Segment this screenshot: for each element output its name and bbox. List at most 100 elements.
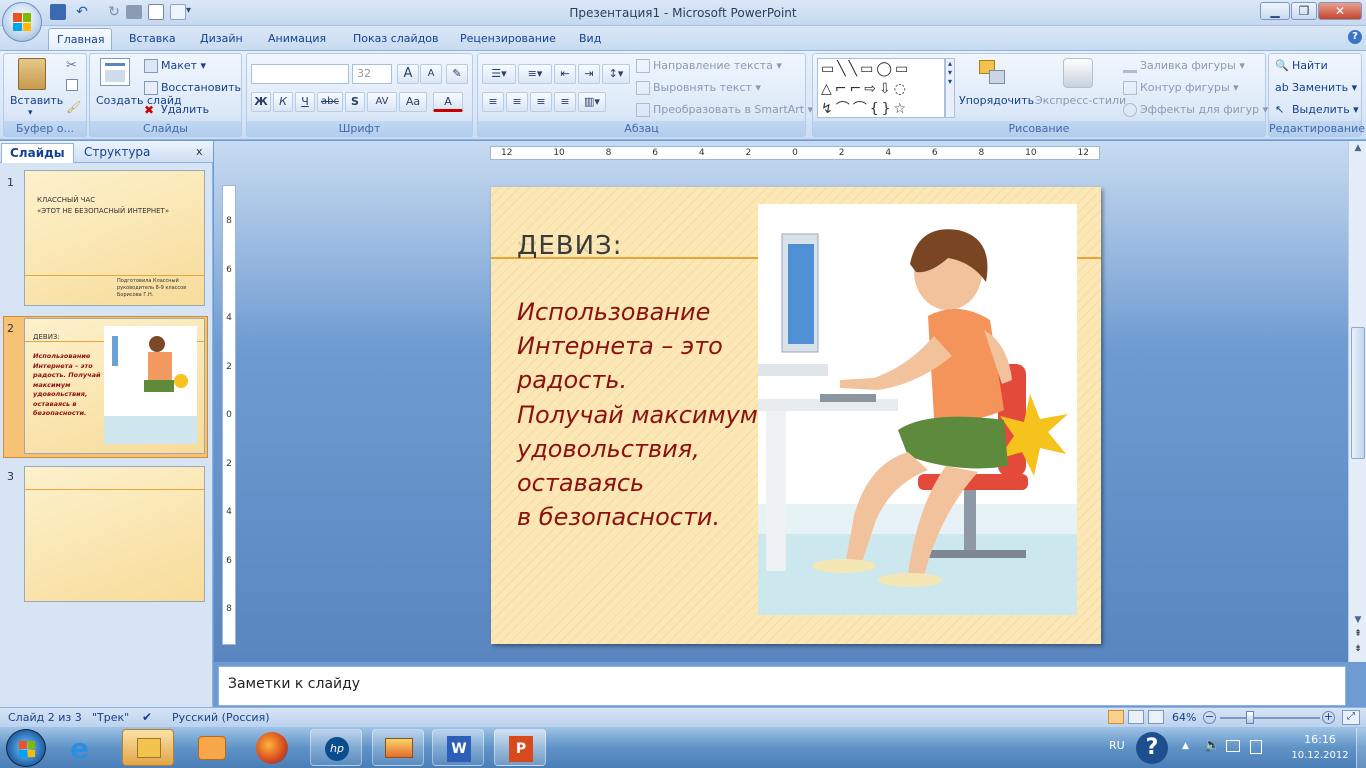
align-right-icon[interactable]: ≡ — [530, 92, 552, 112]
font-size-combo[interactable]: 32 — [352, 64, 392, 84]
tab-slides[interactable]: Слайды — [1, 143, 74, 163]
tab-outline[interactable]: Структура — [76, 143, 158, 163]
font-color-button[interactable]: A — [433, 92, 463, 112]
language[interactable]: Русский (Россия) — [172, 711, 270, 724]
zoom-in-icon[interactable]: + — [1322, 711, 1335, 724]
next-slide-icon[interactable]: ⇟ — [1351, 644, 1365, 658]
slideshow-view-icon[interactable] — [1148, 710, 1164, 724]
tab-slideshow[interactable]: Показ слайдов — [345, 28, 447, 50]
tab-review[interactable]: Рецензирование — [452, 28, 564, 50]
help-center-icon[interactable]: ? — [1136, 732, 1168, 764]
slide-body-para-1[interactable]: Использование Интернета – это радость. — [517, 295, 723, 397]
paste-dropdown-icon[interactable]: ▾ — [28, 108, 33, 118]
shape-effects-button[interactable]: Эффекты для фигур ▾ — [1123, 103, 1268, 117]
slide-thumb-1[interactable]: КЛАССНЫЙ ЧАС «ЭТОТ НЕ БЕЗОПАСНЫЙ ИНТЕРНЕ… — [24, 170, 205, 306]
help-icon[interactable]: ? — [1348, 30, 1362, 44]
minimize-button[interactable]: ▁ — [1260, 2, 1290, 20]
clock-time[interactable]: 16:16 — [1298, 733, 1342, 746]
shrink-font-button[interactable]: A — [420, 64, 442, 84]
font-name-combo[interactable] — [251, 64, 349, 84]
internet-explorer-icon[interactable]: e — [70, 732, 89, 765]
scroll-thumb[interactable] — [1351, 327, 1365, 459]
arrange-button[interactable]: Упорядочить — [959, 94, 1034, 107]
format-painter-icon[interactable]: 🖌 — [66, 100, 81, 114]
justify-icon[interactable]: ≡ — [554, 92, 576, 112]
zoom-level[interactable]: 64% — [1172, 711, 1196, 724]
line-spacing-icon[interactable]: ↕▾ — [602, 64, 630, 84]
increase-indent-icon[interactable]: ⇥ — [578, 64, 600, 84]
slide-sorter-icon[interactable] — [1128, 710, 1144, 724]
tray-expand-icon[interactable]: ▲ — [1182, 741, 1189, 751]
tab-insert[interactable]: Вставка — [121, 28, 184, 50]
clear-format-icon[interactable]: ✎ — [446, 64, 468, 84]
slide-body-para-2[interactable]: Получай максимум удовольствия, оставаясь… — [517, 398, 758, 534]
zoom-slider-thumb[interactable] — [1246, 711, 1254, 724]
network-icon[interactable] — [1226, 740, 1240, 752]
paste-button[interactable]: Вставить — [10, 94, 63, 107]
delete-slide-button[interactable]: ✖ Удалить — [144, 103, 209, 117]
firefox-icon[interactable] — [256, 732, 288, 764]
shapes-gallery[interactable]: ▭╲╲▭◯▭ △⌐⌐⇨⇩◌ ↯⌒⌒{}☆ — [817, 58, 945, 118]
select-button[interactable]: ↖ Выделить ▾ — [1275, 103, 1359, 117]
start-button[interactable] — [6, 729, 46, 767]
shape-fill-button[interactable]: Заливка фигуры ▾ — [1123, 59, 1245, 73]
clock-date[interactable]: 10.12.2012 — [1286, 750, 1354, 761]
change-case-button[interactable]: Aa — [399, 92, 427, 112]
char-spacing-button[interactable]: AV — [367, 92, 397, 112]
shapes-scroll[interactable]: ▴ ▾ ▾ — [945, 58, 955, 118]
numbering-icon[interactable]: ≡▾ — [518, 64, 552, 84]
cut-icon[interactable]: ✂ — [66, 58, 77, 73]
restore-button[interactable]: ❐ — [1291, 2, 1317, 20]
prev-slide-icon[interactable]: ⇞ — [1351, 629, 1365, 643]
smartart-button[interactable]: Преобразовать в SmartArt ▾ — [636, 103, 813, 117]
layout-button[interactable]: Макет ▾ — [144, 59, 206, 73]
columns-icon[interactable]: ▥▾ — [578, 92, 606, 112]
spellcheck-icon[interactable]: ✔ — [142, 710, 152, 724]
slide-picture[interactable] — [758, 204, 1077, 615]
italic-button[interactable]: К — [273, 92, 293, 112]
underline-button[interactable]: Ч — [295, 92, 315, 112]
close-panel-icon[interactable]: x — [196, 145, 203, 158]
powerpoint-taskbar-button[interactable]: P — [494, 729, 546, 766]
show-desktop-button[interactable] — [1356, 728, 1366, 768]
volume-icon[interactable]: 🔈 — [1204, 738, 1220, 753]
media-player-icon[interactable] — [198, 736, 226, 760]
slide-thumb-2[interactable]: ДЕВИЗ: Использование Интернета – это рад… — [24, 318, 205, 454]
tab-view[interactable]: Вид — [571, 28, 609, 50]
close-button[interactable]: ✕ — [1318, 2, 1362, 20]
explorer-taskbar-button[interactable] — [122, 729, 174, 766]
copy-icon[interactable] — [66, 79, 78, 91]
tab-design[interactable]: Дизайн — [192, 28, 251, 50]
bold-button[interactable]: Ж — [251, 92, 271, 112]
zoom-slider[interactable] — [1220, 717, 1320, 719]
vertical-scrollbar[interactable]: ▲ ▼ ⇞ ⇟ — [1348, 141, 1366, 662]
word-taskbar-button[interactable]: W — [432, 729, 484, 766]
text-direction-button[interactable]: Направление текста ▾ — [636, 59, 782, 73]
bullets-icon[interactable]: ☰▾ — [482, 64, 516, 84]
notes-pane[interactable] — [218, 666, 1346, 706]
replace-button[interactable]: ab Заменить ▾ — [1275, 81, 1357, 95]
find-button[interactable]: 🔍 Найти — [1275, 59, 1328, 73]
tab-home[interactable]: Главная — [48, 28, 112, 50]
slide-thumb-3[interactable] — [24, 466, 205, 602]
zoom-out-icon[interactable]: − — [1203, 711, 1216, 724]
scroll-up-icon[interactable]: ▲ — [1351, 143, 1365, 157]
hp-taskbar-button[interactable]: hp — [310, 729, 362, 766]
strikethrough-button[interactable]: abc — [317, 92, 343, 112]
shadow-button[interactable]: S — [345, 92, 365, 112]
shape-outline-button[interactable]: Контур фигуры ▾ — [1123, 81, 1239, 95]
reset-button[interactable]: Восстановить — [144, 81, 241, 95]
office-button[interactable] — [2, 2, 42, 42]
normal-view-icon[interactable] — [1108, 710, 1124, 724]
fit-to-window-icon[interactable]: ⤢ — [1342, 710, 1360, 725]
keyboard-language[interactable]: RU — [1109, 739, 1125, 752]
align-left-icon[interactable]: ≡ — [482, 92, 504, 112]
new-slide-button[interactable]: Создать слайд — [96, 94, 182, 107]
grow-font-button[interactable]: A — [397, 64, 419, 84]
tab-animation[interactable]: Анимация — [260, 28, 334, 50]
scroll-down-icon[interactable]: ▼ — [1351, 615, 1365, 629]
align-text-button[interactable]: Выровнять текст ▾ — [636, 81, 761, 95]
quick-styles-button[interactable]: Экспресс-стили — [1035, 94, 1126, 107]
image-taskbar-button[interactable] — [372, 729, 424, 766]
decrease-indent-icon[interactable]: ⇤ — [554, 64, 576, 84]
